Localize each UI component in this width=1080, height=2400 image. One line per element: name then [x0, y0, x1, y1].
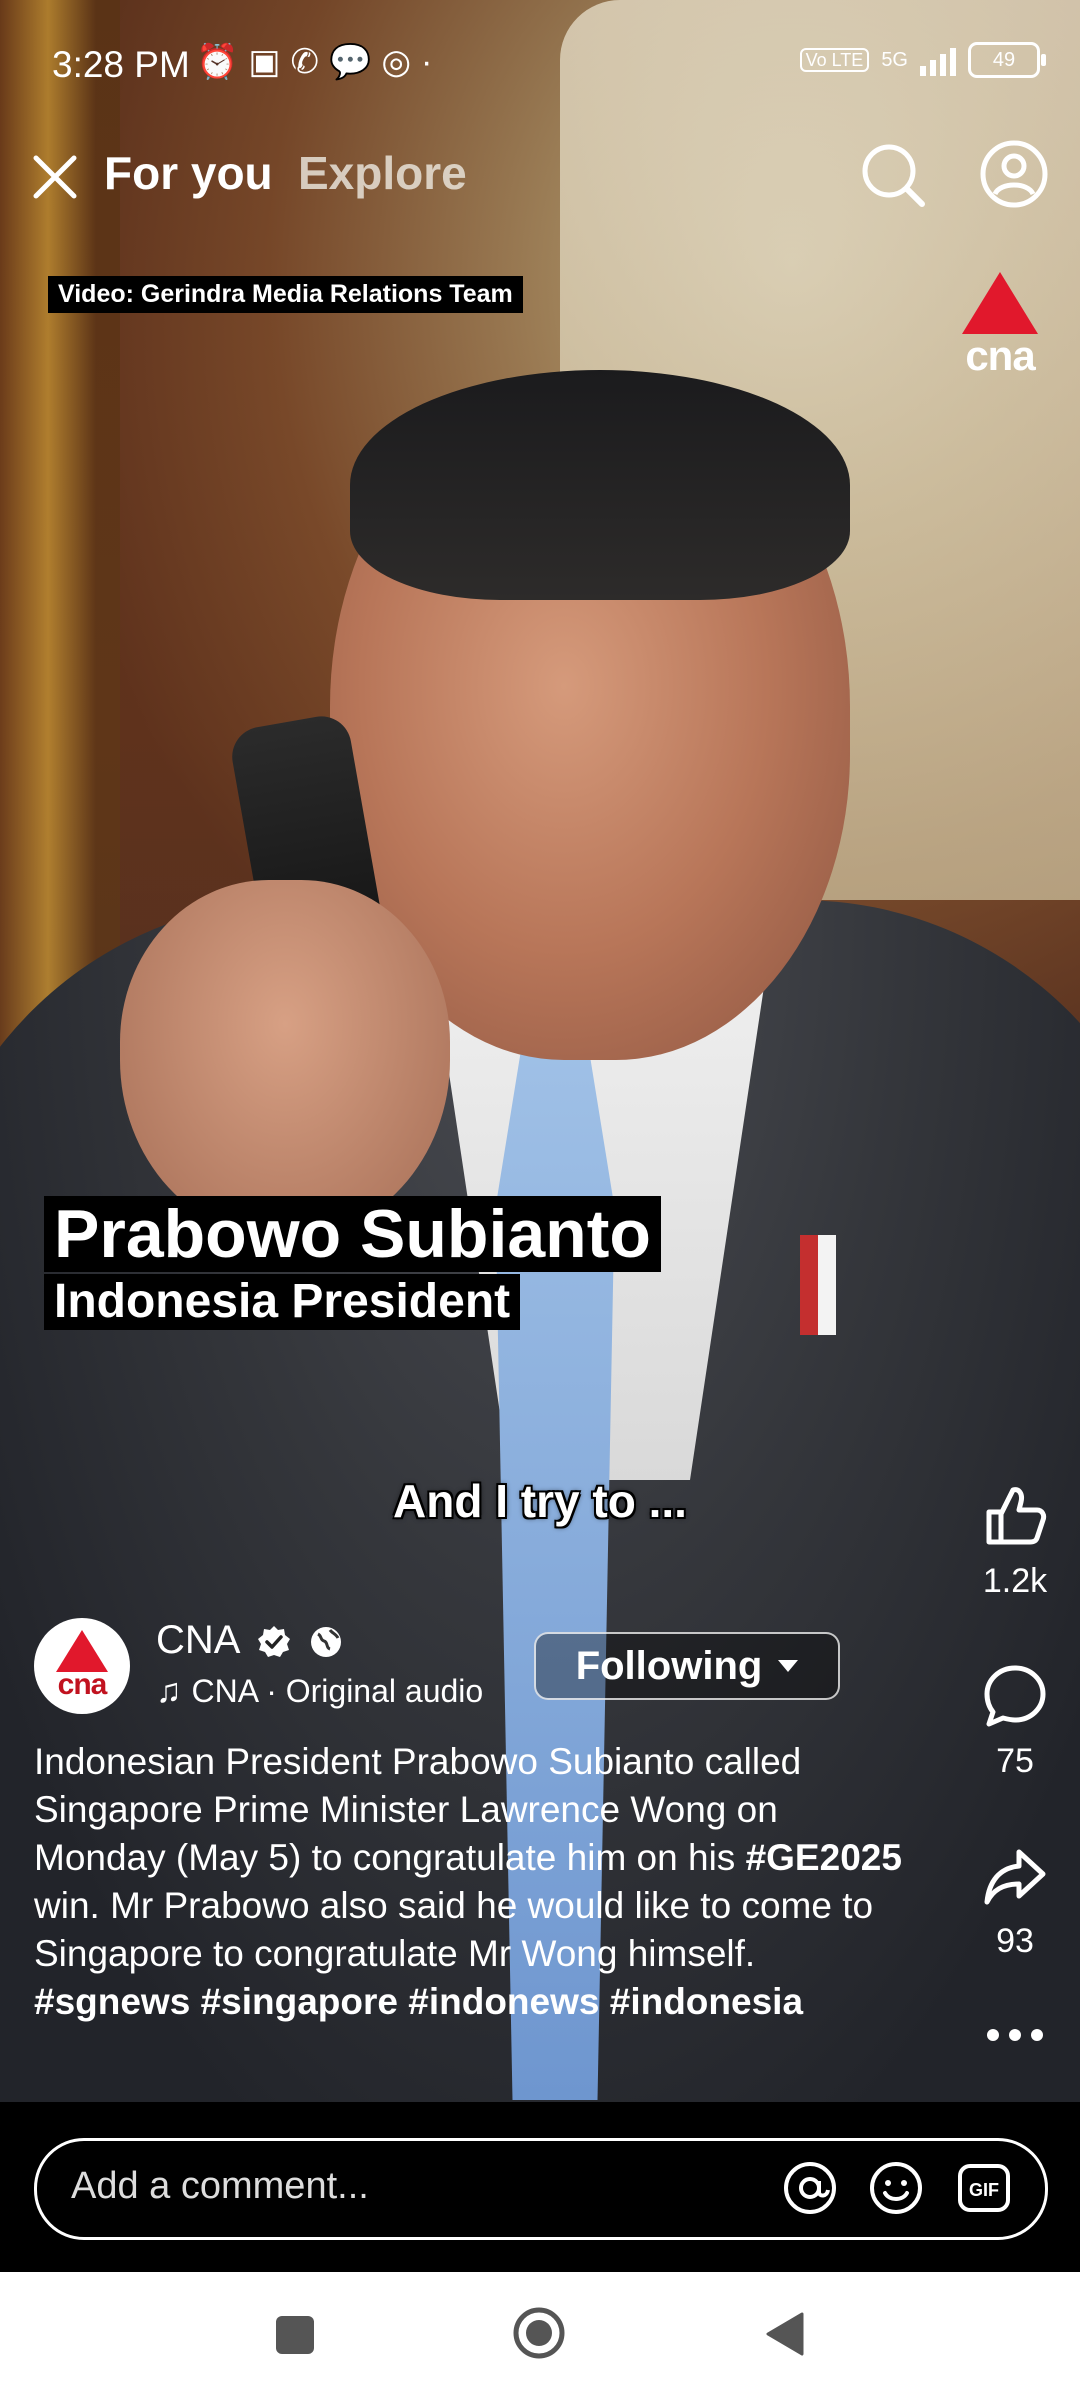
like-action[interactable]: 1.2k	[960, 1480, 1070, 1601]
globe-icon	[311, 1627, 341, 1657]
cna-logo-triangle	[962, 272, 1038, 334]
comment-action[interactable]: 75	[960, 1660, 1070, 1781]
hashtag-sgnews[interactable]: #sgnews	[34, 1981, 190, 2022]
lapel-pin	[800, 1235, 836, 1335]
emoji-icon[interactable]	[867, 2159, 925, 2217]
author-row: cna CNA ♫ CNA · Original audio Following	[34, 1618, 934, 1718]
avatar-logo-text: cna	[57, 1668, 108, 1701]
back-button[interactable]	[762, 2310, 806, 2358]
system-status: Vo LTE 5G 49	[799, 42, 1046, 78]
share-action[interactable]: 93	[960, 1840, 1070, 1961]
whatsapp-icon: ✆	[290, 43, 329, 81]
comment-placeholder: Add a comment...	[71, 2165, 369, 2207]
comment-bar: Add a comment... GIF	[0, 2102, 1080, 2272]
like-count: 1.2k	[982, 1562, 1048, 1600]
gif-icon[interactable]: GIF	[955, 2159, 1013, 2217]
home-button[interactable]	[512, 2306, 566, 2360]
lower-third-title: Indonesia President	[44, 1274, 521, 1330]
more-icon[interactable]	[979, 2020, 1051, 2050]
nfc-icon: ▣	[248, 43, 291, 81]
tab-explore[interactable]: Explore	[298, 146, 467, 200]
hand	[120, 880, 450, 1240]
volte-badge: Vo LTE	[799, 48, 870, 72]
caption-text-2: win. Mr Prabowo also said he would like …	[34, 1885, 874, 1974]
following-label: Following	[575, 1643, 763, 1688]
video-subtitle: And I try to ...	[393, 1475, 687, 1527]
hashtag-ge2025[interactable]: #GE2025	[746, 1837, 902, 1878]
hashtag-singapore[interactable]: #singapore	[201, 1981, 398, 2022]
comment-icon[interactable]	[979, 1660, 1051, 1732]
status-bar: 3:28 PM ⏰▣✆💬◎· Vo LTE 5G 49	[0, 30, 1080, 100]
dot-icon: ·	[420, 43, 443, 81]
notification-icons: ⏰▣✆💬◎·	[196, 42, 442, 82]
hashtag-indonesia[interactable]: #indonesia	[610, 1981, 803, 2022]
search-icon[interactable]	[858, 140, 928, 210]
caption-text-1: Indonesian President Prabowo Subianto ca…	[34, 1741, 802, 1878]
signal-icon	[920, 44, 956, 76]
close-icon[interactable]	[28, 150, 82, 204]
top-navigation: For you Explore	[0, 130, 1080, 230]
post-caption[interactable]: Indonesian President Prabowo Subianto ca…	[34, 1738, 914, 2026]
status-time: 3:28 PM	[52, 44, 190, 85]
tab-for-you[interactable]: For you	[104, 146, 273, 200]
author-name[interactable]: CNA	[156, 1618, 240, 1663]
profile-icon[interactable]	[978, 138, 1050, 210]
more-options-button[interactable]	[960, 2020, 1070, 2050]
avatar[interactable]: cna	[34, 1618, 130, 1714]
recents-button[interactable]	[276, 2316, 314, 2354]
comment-count: 75	[996, 1742, 1034, 1780]
audio-label: CNA · Original audio	[191, 1673, 484, 1709]
like-icon[interactable]	[979, 1480, 1051, 1552]
lower-third-name: Prabowo Subianto	[44, 1196, 661, 1272]
alarm-icon: ⏰	[196, 43, 249, 81]
hashtag-indonews[interactable]: #indonews	[408, 1981, 599, 2022]
cna-logo: cna	[958, 272, 1042, 382]
verified-icon	[258, 1626, 290, 1657]
hair	[350, 370, 850, 600]
svg-text:GIF: GIF	[969, 2180, 999, 2200]
share-count: 93	[996, 1922, 1034, 1960]
avatar-logo-triangle	[56, 1630, 108, 1672]
share-icon[interactable]	[979, 1840, 1051, 1912]
system-navigation-bar	[0, 2272, 1080, 2400]
following-button[interactable]: Following	[534, 1632, 840, 1700]
music-note-icon: ♫	[156, 1672, 182, 1710]
battery-icon: 49	[968, 42, 1046, 78]
video-credit: Video: Gerindra Media Relations Team	[48, 276, 523, 313]
comment-input[interactable]: Add a comment... GIF	[34, 2138, 1048, 2240]
lower-third: Prabowo Subianto Indonesia President	[44, 1196, 661, 1330]
cna-logo-text: cna	[965, 332, 1035, 379]
chrome-icon: ◎	[381, 43, 421, 81]
network-type: 5G	[881, 48, 908, 71]
chevron-down-icon	[778, 1660, 799, 1672]
audio-info[interactable]: ♫ CNA · Original audio	[156, 1672, 483, 1711]
mention-icon[interactable]	[781, 2159, 839, 2217]
chat-icon: 💬	[328, 43, 382, 81]
